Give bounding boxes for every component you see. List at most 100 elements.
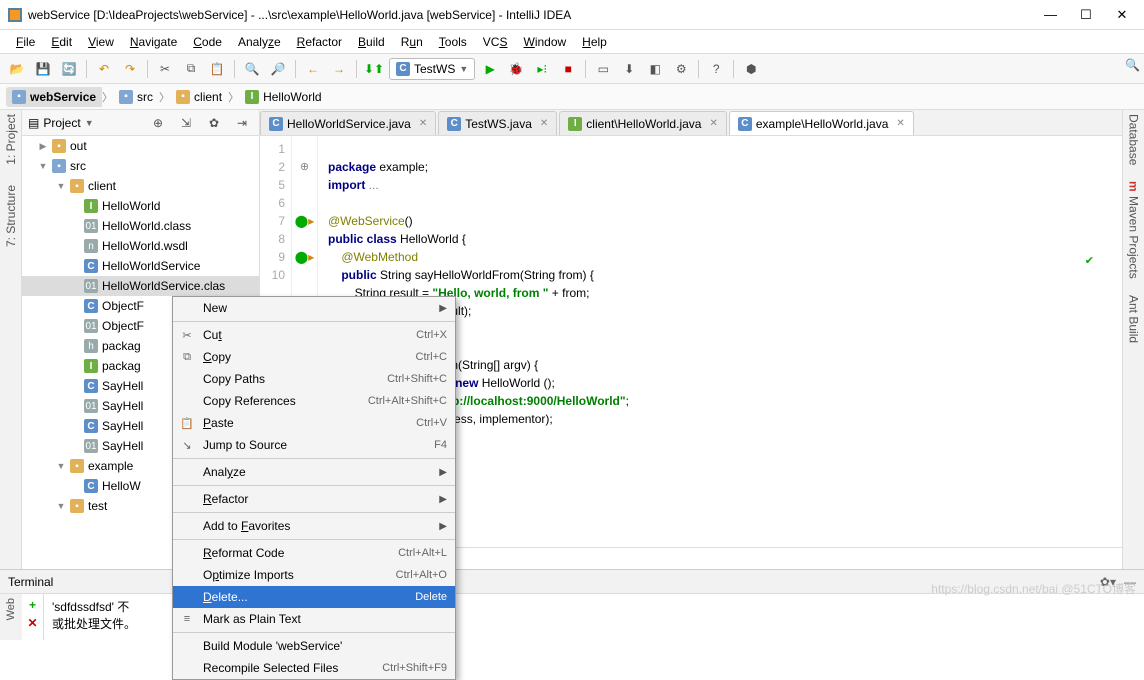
breadcrumb-root[interactable]: ▪ webService bbox=[6, 87, 102, 107]
close-tab-icon[interactable]: ✕ bbox=[419, 118, 427, 129]
help-icon[interactable]: ? bbox=[705, 58, 727, 80]
menu-window[interactable]: Window bbox=[517, 33, 572, 51]
close-tab-icon[interactable]: ✕ bbox=[896, 118, 904, 129]
folder-icon: ▪ bbox=[70, 499, 84, 513]
sdk-icon[interactable]: ⬇ bbox=[618, 58, 640, 80]
ctx-add-to-favorites[interactable]: Add to Favorites▶ bbox=[173, 515, 455, 537]
inspection-ok-icon[interactable]: ✔ bbox=[1085, 252, 1094, 270]
ctx-recompile-selected-files[interactable]: Recompile Selected FilesCtrl+Shift+F9 bbox=[173, 657, 455, 679]
terminal-output[interactable]: 'sdfdssdfsd' 不 或批处理文件。 bbox=[44, 594, 144, 640]
editor-tab[interactable]: CTestWS.java✕ bbox=[438, 111, 557, 135]
close-button[interactable]: ✕ bbox=[1116, 7, 1128, 23]
ctx-optimize-imports[interactable]: Optimize ImportsCtrl+Alt+O bbox=[173, 564, 455, 586]
structure-icon[interactable]: ◧ bbox=[644, 58, 666, 80]
minimize-button[interactable]: — bbox=[1044, 7, 1056, 23]
ctx-copy-references[interactable]: Copy ReferencesCtrl+Alt+Shift+C bbox=[173, 390, 455, 412]
close-tab-icon[interactable]: ✕ bbox=[709, 118, 717, 129]
forward-icon[interactable]: → bbox=[328, 58, 350, 80]
class-file-icon: 01 bbox=[84, 439, 98, 453]
project-pane-header: ▤ Project ▼ ⊕ ⇲ ✿ ⇥ bbox=[22, 110, 259, 136]
folder-icon: ▪ bbox=[176, 90, 190, 104]
ctx-delete-[interactable]: Delete...Delete bbox=[173, 586, 455, 608]
tool-maven[interactable]: mMaven Projects bbox=[1127, 181, 1141, 278]
tool-database[interactable]: Database bbox=[1127, 114, 1141, 165]
add-icon[interactable]: + bbox=[29, 598, 36, 612]
breadcrumb-client[interactable]: ▪ client bbox=[170, 87, 228, 107]
ctx-paste[interactable]: 📋PasteCtrl+V bbox=[173, 412, 455, 434]
menu-analyze[interactable]: Analyze bbox=[232, 33, 287, 51]
menu-file[interactable]: File bbox=[10, 33, 41, 51]
ctx-jump-to-source[interactable]: ↘Jump to SourceF4 bbox=[173, 434, 455, 456]
close-tab-icon[interactable]: ✕ bbox=[540, 118, 548, 129]
tool-web[interactable]: Web bbox=[5, 598, 17, 620]
editor-tab[interactable]: CHelloWorldService.java✕ bbox=[260, 111, 436, 135]
editor-tabs: CHelloWorldService.java✕CTestWS.java✕Icl… bbox=[260, 110, 1122, 136]
tool-ant[interactable]: Ant Build bbox=[1127, 295, 1141, 343]
menu-help[interactable]: Help bbox=[576, 33, 613, 51]
module-icon: ▪ bbox=[12, 90, 26, 104]
ctx-analyze[interactable]: Analyze▶ bbox=[173, 461, 455, 483]
class-icon: C bbox=[84, 479, 98, 493]
terminal-gutter: + ✕ bbox=[22, 594, 44, 640]
class-icon: C bbox=[396, 62, 410, 76]
search-everywhere-icon[interactable]: 🔍 bbox=[1125, 58, 1140, 72]
ctx-refactor[interactable]: Refactor▶ bbox=[173, 488, 455, 510]
open-icon[interactable]: 📂 bbox=[6, 58, 28, 80]
menu-build[interactable]: Build bbox=[352, 33, 391, 51]
menu-navigate[interactable]: Navigate bbox=[124, 33, 183, 51]
ctx-copy-paths[interactable]: Copy PathsCtrl+Shift+C bbox=[173, 368, 455, 390]
redo-icon[interactable]: ↷ bbox=[119, 58, 141, 80]
stop-icon[interactable]: ■ bbox=[557, 58, 579, 80]
run-config-dropdown[interactable]: C TestWS ▼ bbox=[389, 58, 475, 80]
chevron-down-icon[interactable]: ▼ bbox=[85, 118, 94, 128]
menu-run[interactable]: Run bbox=[395, 33, 429, 51]
avd-icon[interactable]: ▭ bbox=[592, 58, 614, 80]
find-icon[interactable]: 🔍 bbox=[241, 58, 263, 80]
ctx-reformat-code[interactable]: Reformat CodeCtrl+Alt+L bbox=[173, 542, 455, 564]
collapse-icon[interactable]: ⇲ bbox=[175, 112, 197, 134]
terminal-title[interactable]: Terminal bbox=[8, 575, 53, 589]
undo-icon[interactable]: ↶ bbox=[93, 58, 115, 80]
breadcrumb-src[interactable]: ▪ src bbox=[113, 87, 159, 107]
cut-icon[interactable]: ✂ bbox=[154, 58, 176, 80]
sync-icon[interactable]: 🔄 bbox=[58, 58, 80, 80]
class-file-icon: 01 bbox=[84, 399, 98, 413]
ctx-mark-as-plain-text[interactable]: ≡Mark as Plain Text bbox=[173, 608, 455, 630]
ctx-cut[interactable]: ✂CutCtrl+X bbox=[173, 324, 455, 346]
close-icon[interactable]: ✕ bbox=[27, 616, 37, 630]
target-icon[interactable]: ⊕ bbox=[147, 112, 169, 134]
tool-project[interactable]: 1: Project bbox=[4, 114, 18, 165]
menu-code[interactable]: Code bbox=[187, 33, 228, 51]
gear-icon[interactable]: ✿ bbox=[203, 112, 225, 134]
editor-tab[interactable]: Iclient\HelloWorld.java✕ bbox=[559, 111, 727, 135]
menu-edit[interactable]: Edit bbox=[45, 33, 78, 51]
debug-icon[interactable]: 🐞 bbox=[505, 58, 527, 80]
copy-icon[interactable]: ⧉ bbox=[180, 58, 202, 80]
project-pane-title[interactable]: Project bbox=[43, 116, 80, 130]
maximize-button[interactable]: ☐ bbox=[1080, 7, 1092, 23]
paste-icon[interactable]: 📋 bbox=[206, 58, 228, 80]
replace-icon[interactable]: 🔎 bbox=[267, 58, 289, 80]
ctx-new[interactable]: New▶ bbox=[173, 297, 455, 319]
class-file-icon: 01 bbox=[84, 279, 98, 293]
save-all-icon[interactable]: 💾 bbox=[32, 58, 54, 80]
gear-icon[interactable]: ✿▾ bbox=[1100, 575, 1116, 589]
back-icon[interactable]: ← bbox=[302, 58, 324, 80]
hide-icon[interactable]: — bbox=[1124, 575, 1136, 589]
menu-refactor[interactable]: Refactor bbox=[291, 33, 348, 51]
ctx-build-module-webservice-[interactable]: Build Module 'webService' bbox=[173, 635, 455, 657]
hide-icon[interactable]: ⇥ bbox=[231, 112, 253, 134]
settings-icon[interactable]: ⚙ bbox=[670, 58, 692, 80]
ctx-copy[interactable]: ⧉CopyCtrl+C bbox=[173, 346, 455, 368]
menu-vcs[interactable]: VCS bbox=[477, 33, 514, 51]
tool-structure[interactable]: 7: Structure bbox=[4, 185, 18, 247]
build-icon[interactable]: ⬇⬆ bbox=[363, 58, 385, 80]
run-icon[interactable]: ▶ bbox=[479, 58, 501, 80]
menu-view[interactable]: View bbox=[82, 33, 120, 51]
class-icon: C bbox=[447, 117, 461, 131]
coverage-icon[interactable]: ▸⁝ bbox=[531, 58, 553, 80]
extra-icon[interactable]: ⬢ bbox=[740, 58, 762, 80]
editor-tab[interactable]: Cexample\HelloWorld.java✕ bbox=[729, 111, 914, 135]
menu-tools[interactable]: Tools bbox=[433, 33, 473, 51]
breadcrumb-file[interactable]: I HelloWorld bbox=[239, 87, 327, 107]
